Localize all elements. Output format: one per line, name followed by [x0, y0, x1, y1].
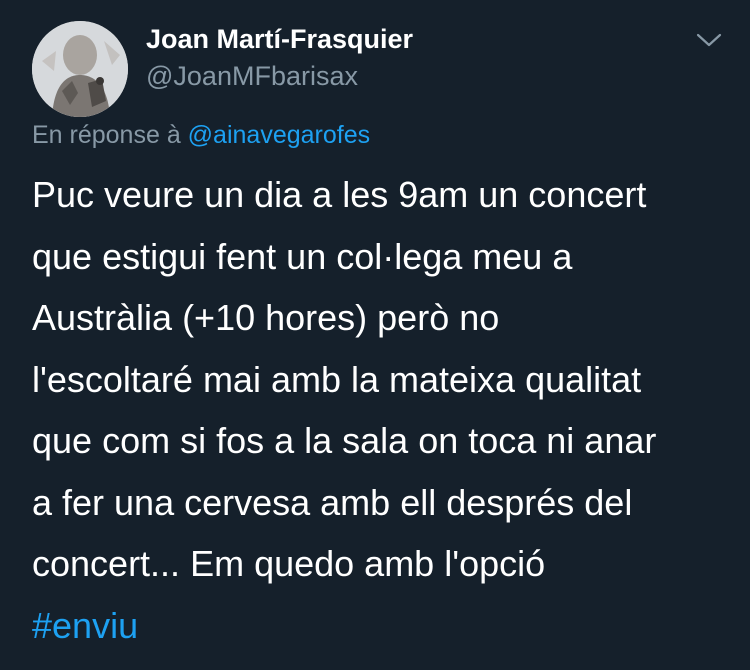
reply-mention-link[interactable]: @ainavegarofes: [188, 121, 370, 149]
reply-prefix: En réponse à: [32, 121, 181, 149]
tweet-text-line: l'escoltaré mai amb la mateixa qualitat: [32, 358, 642, 400]
tweet-text-line: que estigui fent un col·lega meu a: [32, 235, 573, 277]
tweet-text-line: concert... Em quedo amb l'opció: [32, 543, 546, 584]
chevron-down-icon[interactable]: [692, 26, 726, 56]
avatar-image: [32, 21, 128, 117]
display-name[interactable]: Joan Martí-Frasquier: [146, 24, 413, 55]
tweet-text-line: Austràlia (+10 hores) però no: [32, 297, 500, 338]
tweet-text-line: Puc veure un dia a les 9am un concert: [32, 174, 647, 215]
user-handle[interactable]: @JoanMFbarisax: [146, 61, 358, 92]
avatar[interactable]: [32, 21, 128, 117]
tweet-text-line: a fer una cervesa amb ell després del: [32, 481, 633, 523]
hashtag-link[interactable]: #enviu: [32, 605, 138, 646]
tweet-card: Joan Martí-Frasquier @JoanMFbarisax En r…: [0, 0, 750, 670]
tweet-text: Puc veure un dia a les 9am un concert qu…: [32, 164, 732, 656]
reply-context: En réponse à @ainavegarofes: [32, 121, 370, 150]
tweet-text-line: que com si fos a la sala on toca ni anar: [32, 420, 657, 461]
